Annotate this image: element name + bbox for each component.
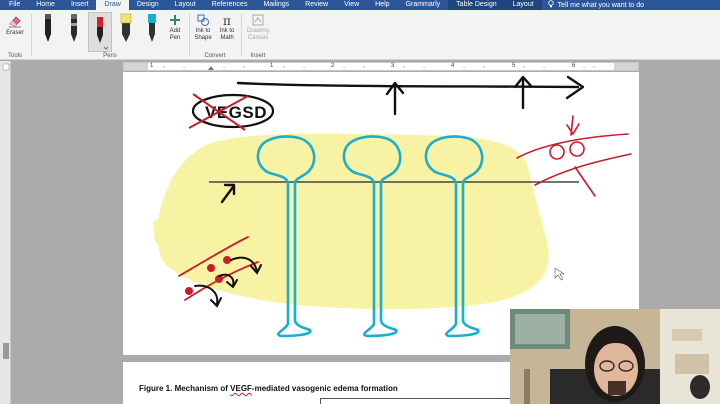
- tab-grammarly[interactable]: Grammarly: [398, 0, 449, 10]
- blue-pen-icon: [148, 14, 156, 42]
- red-pen-button[interactable]: [88, 12, 112, 52]
- tab-design[interactable]: Design: [129, 0, 167, 10]
- vertical-ruler: [0, 61, 11, 404]
- ruler-number: 5: [512, 63, 516, 69]
- tell-me-text: Tell me what you want to do: [557, 1, 645, 9]
- ribbon-tab-bar: File Home Insert Draw Design Layout Refe…: [0, 0, 720, 10]
- black-pen-button[interactable]: [36, 12, 60, 52]
- ink-to-math-label-1: Ink to: [219, 28, 235, 34]
- eraser-label: Eraser: [6, 30, 24, 36]
- ruler-number: 1: [150, 63, 154, 69]
- svg-text:π: π: [223, 14, 231, 27]
- add-pen-icon: [170, 15, 180, 25]
- webcam-person-image: [510, 309, 720, 404]
- red-pen-icon: [97, 17, 109, 50]
- crossed-out-label-ink: VEGSD: [188, 93, 275, 131]
- insert-group-label: Insert: [250, 53, 266, 59]
- add-pen-label-1: Add: [169, 28, 181, 34]
- eraser-icon: [9, 16, 21, 28]
- horizontal-ruler: 1 1 2 3 4 5 6: [123, 62, 639, 71]
- eraser-button[interactable]: Eraser: [4, 13, 26, 37]
- ink-to-shape-label-2: Shape: [194, 35, 212, 41]
- caption-suffix: -mediated vasogenic edema formation: [251, 384, 398, 393]
- ruler-number: 2: [331, 63, 335, 69]
- drawing-canvas-label-2: Canvas: [247, 35, 269, 41]
- drawing-canvas-icon: [252, 14, 264, 26]
- red-ink-sketch: [516, 115, 632, 197]
- dark-pen-button[interactable]: [62, 12, 86, 52]
- webcam-overlay: [510, 309, 720, 404]
- dark-pen-icon: [71, 14, 77, 42]
- add-pen-button[interactable]: Add Pen: [164, 13, 186, 42]
- vegsd-annotation: VEGSD: [205, 103, 267, 122]
- add-pen-label-2: Pen: [169, 35, 181, 41]
- tools-group-label: Tools: [7, 53, 22, 59]
- mouse-pointer-icon: [554, 267, 565, 281]
- tab-home[interactable]: Home: [28, 0, 63, 10]
- drawing-canvas-label-1: Drawing: [246, 28, 269, 34]
- tab-table-layout[interactable]: Layout: [504, 0, 542, 10]
- caption-vegf-word[interactable]: VEGF: [230, 384, 252, 393]
- ruler-number: 3: [391, 63, 395, 69]
- pi-icon: π: [223, 14, 231, 27]
- ribbon-draw-panel: Eraser Tools Add Pen Pens Ink to Shape π…: [0, 10, 720, 60]
- tab-layout[interactable]: Layout: [167, 0, 204, 10]
- ink-to-shape-icon: [197, 14, 209, 26]
- ink-to-shape-label-1: Ink to: [195, 28, 211, 34]
- black-pen-icon: [45, 14, 51, 42]
- tab-draw[interactable]: Draw: [96, 0, 129, 10]
- word-window: File Home Insert Draw Design Layout Refe…: [0, 0, 720, 404]
- group-insert: Drawing Canvas Insert: [242, 10, 274, 60]
- ink-to-math-button[interactable]: π Ink to Math: [215, 13, 239, 42]
- tab-insert[interactable]: Insert: [63, 0, 97, 10]
- group-pens: Add Pen Pens: [32, 10, 188, 60]
- group-convert: Ink to Shape π Ink to Math Convert: [190, 10, 240, 60]
- tab-table-design[interactable]: Table Design: [448, 0, 505, 10]
- yellow-highlighter-button[interactable]: [114, 12, 138, 52]
- drawing-canvas-button[interactable]: Drawing Canvas: [244, 13, 272, 42]
- tab-references[interactable]: References: [204, 0, 256, 10]
- pens-group-label: Pens: [103, 53, 117, 59]
- blue-pen-button[interactable]: [140, 12, 164, 52]
- ink-to-math-label-2: Math: [220, 35, 234, 41]
- tab-help[interactable]: Help: [367, 0, 397, 10]
- figure-caption: Figure 1. Mechanism of VEGF-mediated vas…: [139, 384, 398, 393]
- ruler-number: 6: [572, 63, 576, 69]
- ruler-number: 4: [451, 63, 455, 69]
- ruler-number: 1: [270, 63, 274, 69]
- tab-file[interactable]: File: [0, 0, 28, 10]
- tab-view[interactable]: View: [336, 0, 367, 10]
- group-tools: Eraser Tools: [0, 10, 30, 60]
- tab-review[interactable]: Review: [297, 0, 336, 10]
- caption-prefix: Figure 1. Mechanism of: [139, 384, 231, 393]
- yellow-highlighter-icon: [120, 13, 132, 42]
- ink-to-shape-button[interactable]: Ink to Shape: [191, 13, 215, 42]
- tab-mailings[interactable]: Mailings: [255, 0, 297, 10]
- convert-group-label: Convert: [204, 53, 226, 59]
- lightbulb-icon: [547, 0, 554, 10]
- tell-me-search[interactable]: Tell me what you want to do: [542, 0, 644, 10]
